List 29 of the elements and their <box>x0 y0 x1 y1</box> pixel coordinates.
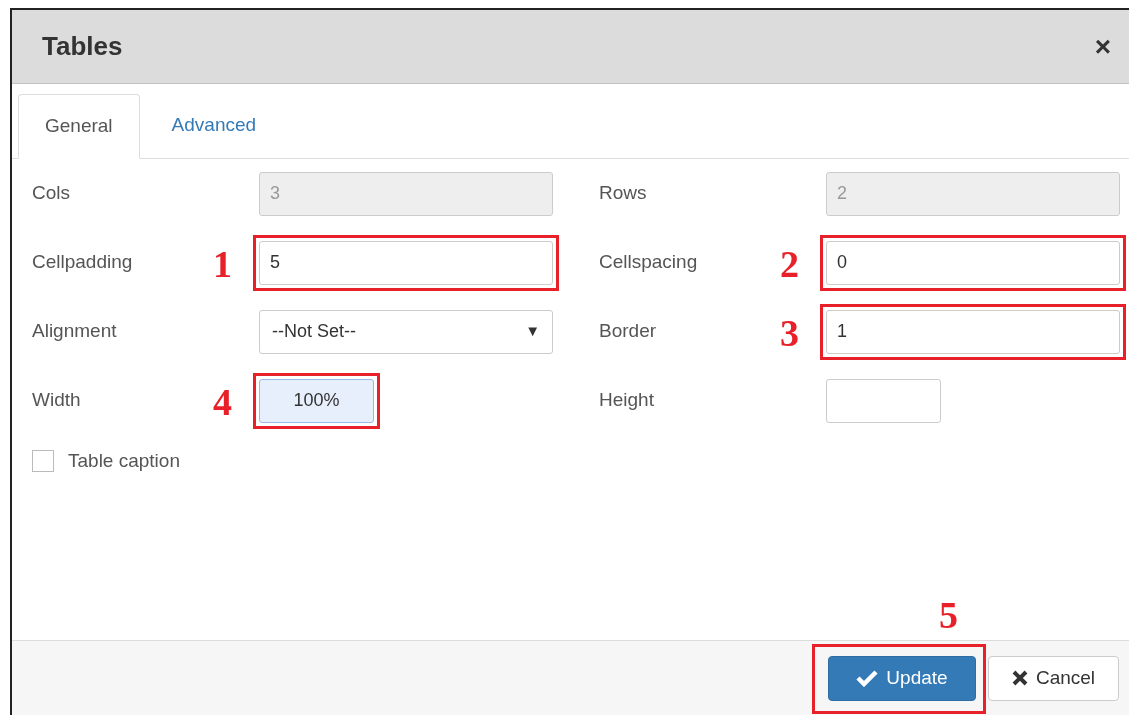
field-label: Border <box>599 320 657 342</box>
checkbox-label: Table caption <box>68 449 180 473</box>
update-button[interactable]: Update <box>828 655 976 701</box>
close-icon <box>1011 670 1028 686</box>
check-icon <box>856 669 879 687</box>
dialog-title: Tables <box>42 30 123 63</box>
input-field[interactable]: 100% <box>259 378 374 423</box>
alignment-dropdown[interactable]: --Not Set-- ▼ <box>259 309 553 354</box>
input-field[interactable] <box>826 378 941 423</box>
callout-number: 1 <box>213 244 232 283</box>
input-field[interactable]: 1 <box>826 309 1120 354</box>
field-label: Cellpadding <box>32 251 133 273</box>
close-button[interactable]: × <box>1094 32 1111 61</box>
cancel-button[interactable]: Cancel <box>988 655 1119 701</box>
checkbox[interactable] <box>32 450 54 473</box>
field-label: Width <box>32 389 81 411</box>
tab[interactable]: Advanced <box>139 93 289 158</box>
callout-number: 5 <box>939 595 958 634</box>
callout-number: 2 <box>780 244 799 283</box>
input-field[interactable]: 0 <box>826 240 1120 285</box>
field-label: Rows <box>599 182 647 204</box>
tab[interactable]: General <box>18 94 140 159</box>
callout-number: 3 <box>780 313 799 352</box>
callout-number: 4 <box>213 382 232 421</box>
field-label: Cols <box>32 182 70 204</box>
field-label: Height <box>599 389 654 411</box>
field-label: Alignment <box>32 320 117 342</box>
input-field[interactable]: 5 <box>259 240 553 285</box>
field-label: Cellspacing <box>599 251 698 273</box>
